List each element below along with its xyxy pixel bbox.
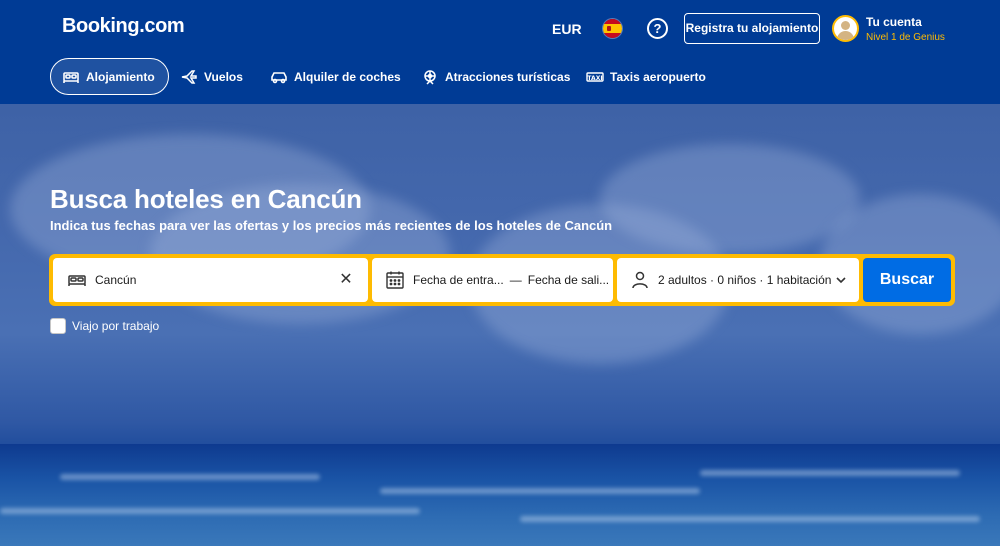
checkbox-box[interactable] <box>50 318 66 334</box>
checkout-date[interactable]: Fecha de sali... <box>528 273 609 287</box>
work-trip-label: Viajo por trabajo <box>72 319 160 333</box>
guests-field[interactable]: 2 adultos · 0 niños · 1 habitación <box>617 258 859 302</box>
nav-car-rental[interactable]: Alquiler de coches <box>270 58 401 95</box>
nav-car-rental-label: Alquiler de coches <box>294 69 401 84</box>
clear-destination-icon[interactable]: ✕ <box>336 270 356 290</box>
search-button[interactable]: Buscar <box>863 258 951 302</box>
avatar-head <box>841 21 850 30</box>
wave-decoration <box>380 488 700 494</box>
nav-flights[interactable]: Vuelos <box>180 58 243 95</box>
nav-attractions-label: Atracciones turísticas <box>445 69 571 84</box>
nav-flights-label: Vuelos <box>204 69 243 84</box>
taxi-icon: TAXI <box>586 68 604 86</box>
spain-flag-icon[interactable] <box>603 19 622 38</box>
wave-decoration <box>520 516 980 522</box>
sea-background <box>0 444 1000 546</box>
checkin-date[interactable]: Fecha de entra... <box>413 273 504 287</box>
attraction-icon <box>421 68 439 86</box>
bed-icon <box>62 68 80 86</box>
guests-summary[interactable]: 2 adultos · 0 niños · 1 habitación <box>658 273 831 287</box>
bed-icon <box>67 270 87 290</box>
register-property-button[interactable]: Registra tu alojamiento <box>684 13 820 44</box>
destination-field[interactable]: Cancún ✕ <box>53 258 368 302</box>
calendar-icon <box>385 270 405 290</box>
svg-text:TAXI: TAXI <box>587 75 602 82</box>
date-range-field[interactable]: Fecha de entra... — Fecha de sali... <box>372 258 613 302</box>
page-subtitle: Indica tus fechas para ver las ofertas y… <box>50 218 613 233</box>
avatar-body <box>837 31 854 40</box>
wave-decoration <box>700 470 960 476</box>
currency-selector[interactable]: EUR <box>552 21 582 37</box>
nav-airport-taxis-label: Taxis aeropuerto <box>610 69 706 84</box>
avatar[interactable] <box>832 15 859 42</box>
wave-decoration <box>60 474 320 480</box>
page-title: Busca hoteles en Cancún <box>50 184 362 214</box>
nav-airport-taxis[interactable]: TAXI Taxis aeropuerto <box>586 58 706 95</box>
help-icon[interactable]: ? <box>647 18 668 39</box>
search-bar: Cancún ✕ Fecha de entra... — Fecha de sa… <box>49 254 955 306</box>
cloud-decoration <box>600 144 860 254</box>
nav-stays[interactable]: Alojamiento <box>50 58 169 95</box>
person-icon <box>630 270 650 290</box>
work-trip-checkbox[interactable]: Viajo por trabajo <box>50 318 159 334</box>
genius-level: Nivel 1 de Genius <box>866 32 945 43</box>
wave-decoration <box>0 508 420 514</box>
nav-attractions[interactable]: Atracciones turísticas <box>421 58 570 95</box>
top-header: Booking.com EUR ? Registra tu alojamient… <box>0 0 1000 104</box>
account-name[interactable]: Tu cuenta <box>866 15 922 29</box>
plane-icon <box>180 68 198 86</box>
chevron-down-icon[interactable] <box>833 272 849 288</box>
booking-logo[interactable]: Booking.com <box>62 15 185 38</box>
date-separator: — <box>509 273 522 287</box>
nav-stays-label: Alojamiento <box>86 69 155 84</box>
destination-input[interactable]: Cancún <box>95 273 136 287</box>
car-icon <box>270 68 288 86</box>
